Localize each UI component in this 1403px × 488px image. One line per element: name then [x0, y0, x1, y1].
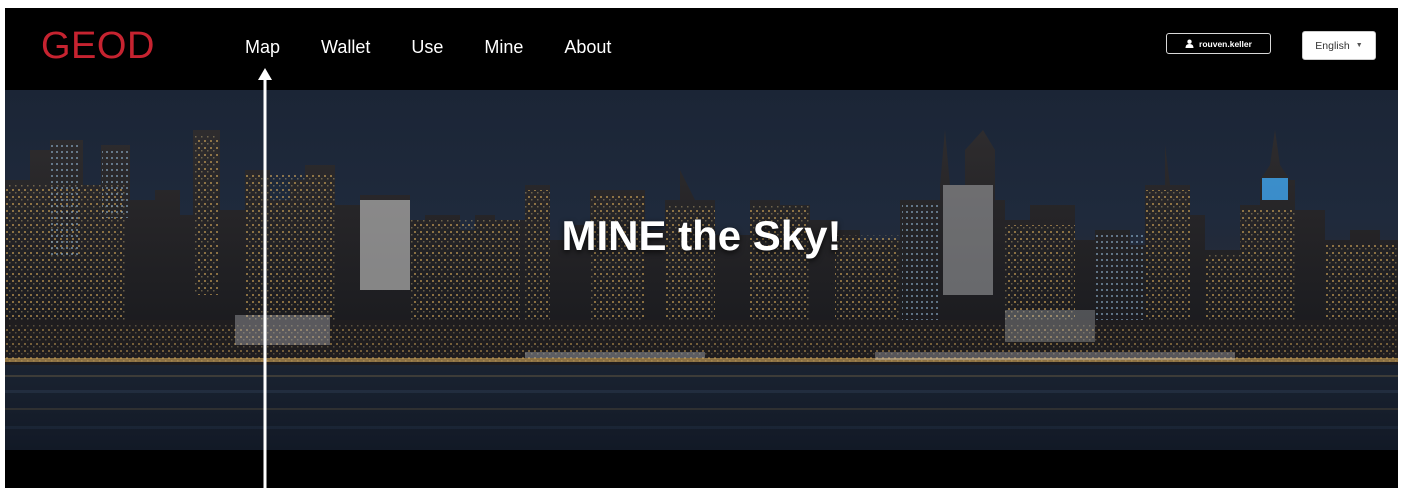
language-dropdown[interactable]: English ▼ [1302, 31, 1376, 60]
main-nav: Map Wallet Use Mine About [245, 36, 652, 58]
username-label: rouven.keller [1199, 38, 1252, 49]
page-frame: GEOD Map Wallet Use Mine About rouven.ke… [5, 8, 1398, 488]
city-skyline-image [5, 130, 1398, 450]
user-account-button[interactable]: rouven.keller [1166, 33, 1271, 54]
nav-link-map[interactable]: Map [245, 36, 280, 58]
nav-link-mine[interactable]: Mine [484, 36, 523, 58]
user-icon [1185, 39, 1194, 48]
language-selected: English [1315, 39, 1350, 52]
nav-link-wallet[interactable]: Wallet [321, 36, 370, 58]
up-arrow-icon [258, 68, 272, 488]
bottom-band [5, 450, 1398, 488]
brand-logo[interactable]: GEOD [41, 26, 155, 66]
caret-down-icon: ▼ [1355, 42, 1363, 49]
nav-link-use[interactable]: Use [411, 36, 443, 58]
nav-link-about[interactable]: About [564, 36, 611, 58]
hero-banner: MINE the Sky! [5, 90, 1398, 450]
hero-title: MINE the Sky! [561, 212, 842, 259]
top-navbar: GEOD Map Wallet Use Mine About rouven.ke… [5, 8, 1398, 90]
